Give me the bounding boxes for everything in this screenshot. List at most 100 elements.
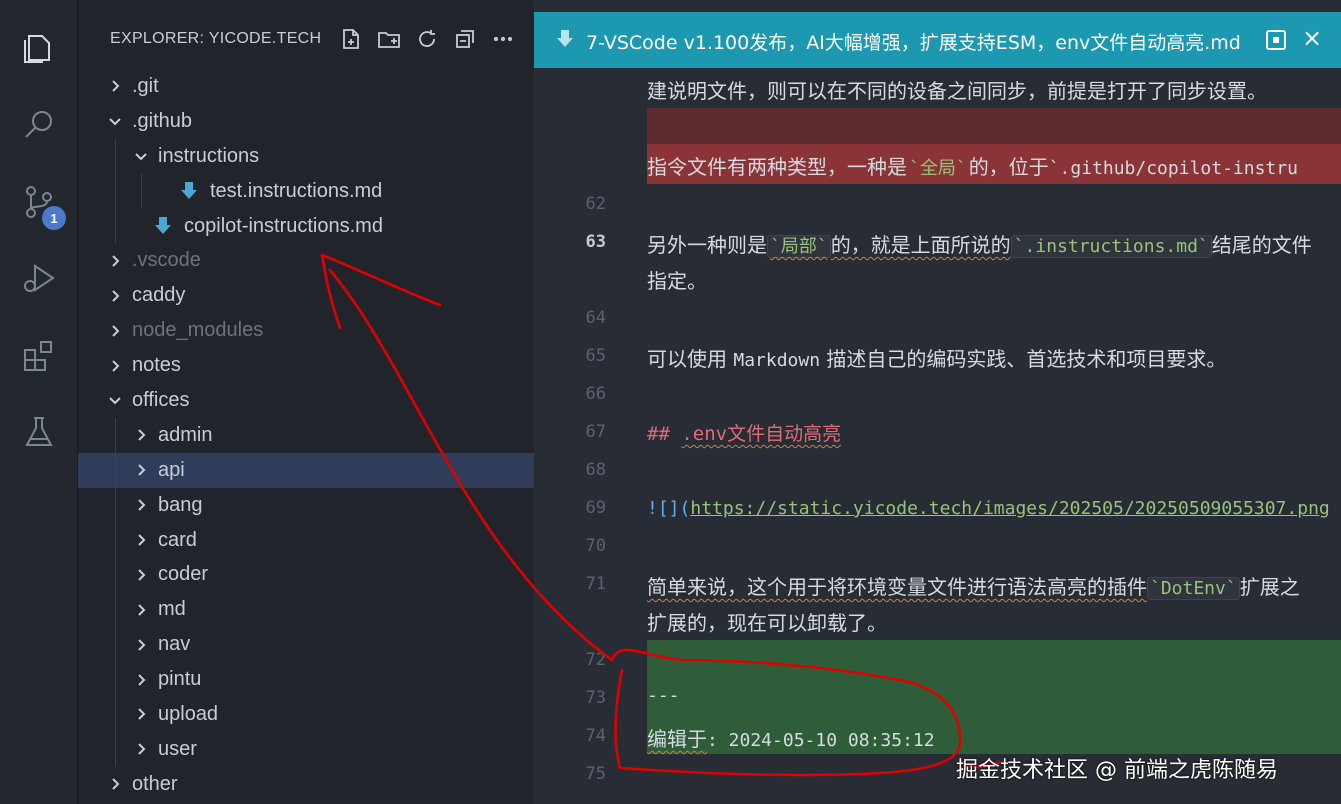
explorer-actions xyxy=(338,26,516,52)
chevron-right-icon[interactable] xyxy=(132,636,150,654)
tree-item-copilot-instructions-md[interactable]: copilot-instructions.md xyxy=(78,208,534,244)
chevron-right-icon[interactable] xyxy=(132,671,150,689)
line-text: 简单来说，这个用于将环境变量文件进行语法高亮的插件 `DotEnv` 扩展之 xyxy=(647,575,1300,600)
collapse-all-icon[interactable] xyxy=(452,26,478,52)
chevron-right-icon[interactable] xyxy=(106,252,124,270)
source-control-icon[interactable]: 1 xyxy=(0,164,78,240)
line-number: 63 xyxy=(585,232,606,252)
tree-item-label: caddy xyxy=(132,284,186,307)
more-icon[interactable] xyxy=(490,26,516,52)
chevron-right-icon[interactable] xyxy=(106,357,124,375)
code-line-66[interactable]: 66 xyxy=(534,376,1341,414)
code-line-65[interactable]: 65 可以使用 Markdown 描述自己的编码实践、首选技术和项目要求。 xyxy=(534,338,1341,376)
indent-guide xyxy=(115,452,116,488)
search-icon[interactable] xyxy=(0,86,78,162)
line-text: 可以使用 Markdown 描述自己的编码实践、首选技术和项目要求。 xyxy=(647,347,1227,371)
chevron-right-icon[interactable] xyxy=(132,566,150,584)
code-line-72[interactable]: 72 xyxy=(534,642,1341,680)
tree-item-vscode[interactable]: .vscode xyxy=(78,243,534,278)
refresh-icon[interactable] xyxy=(414,26,440,52)
tree-item-bang[interactable]: bang xyxy=(78,487,534,523)
chevron-right-icon[interactable] xyxy=(106,287,124,305)
line-number: 75 xyxy=(585,764,606,784)
tree-item-card[interactable]: card xyxy=(78,522,534,558)
tree-item-other[interactable]: other xyxy=(78,767,534,802)
tree-item-test-instructions-md[interactable]: test.instructions.md xyxy=(78,173,534,209)
code-line-71[interactable]: 71 简单来说，这个用于将环境变量文件进行语法高亮的插件 `DotEnv` 扩展之 xyxy=(534,566,1341,604)
chevron-right-icon[interactable] xyxy=(106,775,124,793)
line-number: 68 xyxy=(585,460,606,480)
tree-item-notes[interactable]: notes xyxy=(78,348,534,383)
tree-item-instructions[interactable]: instructions xyxy=(78,138,534,174)
chevron-right-icon[interactable] xyxy=(132,601,150,619)
tree-item-label: coder xyxy=(158,563,209,586)
indent-guide xyxy=(115,487,116,523)
chevron-right-icon[interactable] xyxy=(106,322,124,340)
chevron-down-icon[interactable] xyxy=(132,147,150,165)
editor-tab[interactable]: 7-VSCode v1.100发布，AI大幅增强，扩展支持ESM，env文件自动… xyxy=(534,12,1341,68)
chevron-right-icon[interactable] xyxy=(132,426,150,444)
new-folder-icon[interactable] xyxy=(376,26,402,52)
tree-item-node-modules[interactable]: node_modules xyxy=(78,313,534,348)
tree-item-api[interactable]: api xyxy=(78,452,534,488)
indent-guide xyxy=(115,522,116,558)
tree-item-git[interactable]: .git xyxy=(78,69,534,104)
code-line-73[interactable]: 73 --- xyxy=(534,680,1341,718)
tree-item-label: .vscode xyxy=(132,249,201,272)
tree-item-upload[interactable]: upload xyxy=(78,697,534,732)
tree-item-label: .git xyxy=(132,74,159,97)
tree-item-md[interactable]: md xyxy=(78,592,534,628)
run-debug-icon[interactable] xyxy=(0,240,78,316)
line-number: 72 xyxy=(585,650,606,670)
code-line-74[interactable]: 74 编辑于: 2024-05-10 08:35:12 xyxy=(534,718,1341,756)
explorer-icon[interactable] xyxy=(0,10,78,86)
tree-item-pintu[interactable]: pintu xyxy=(78,662,534,698)
chevron-right-icon[interactable] xyxy=(132,496,150,514)
open-preview-icon[interactable] xyxy=(1266,30,1286,50)
indent-guide xyxy=(115,731,116,767)
tree-item-caddy[interactable]: caddy xyxy=(78,278,534,313)
chevron-down-icon[interactable] xyxy=(106,112,124,130)
chevron-right-icon[interactable] xyxy=(132,461,150,479)
chevron-right-icon[interactable] xyxy=(132,705,150,723)
indent-guide xyxy=(115,627,116,663)
markdown-file-icon xyxy=(154,216,172,236)
tree-item-label: instructions xyxy=(158,144,260,167)
tree-item-user[interactable]: user xyxy=(78,731,534,767)
tree-item-label: user xyxy=(158,737,197,760)
code-line-61[interactable]: 指令文件有两种类型，一种是 `全局` 的，位于`.github/copilot-in… xyxy=(534,146,1341,184)
line-number: 70 xyxy=(585,536,606,556)
code-line-69[interactable]: 69 ![](https://static.yicode.tech/images… xyxy=(534,490,1341,528)
chevron-right-icon[interactable] xyxy=(132,740,150,758)
new-file-icon[interactable] xyxy=(338,26,364,52)
tree-item-label: .github xyxy=(132,109,193,132)
extensions-icon[interactable] xyxy=(0,318,78,394)
tree-item-label: test.instructions.md xyxy=(210,179,383,202)
file-tree: .git .github instructions test.instructions… xyxy=(78,69,534,802)
chevron-right-icon[interactable] xyxy=(132,531,150,549)
code-line-62[interactable]: 62 xyxy=(534,186,1341,224)
markdown-image-link[interactable]: ![](https://static.yicode.tech/images/20… xyxy=(647,495,1330,519)
tree-item-label: other xyxy=(132,772,178,795)
chevron-down-icon[interactable] xyxy=(106,391,124,409)
activity-bar: 1 xyxy=(0,0,78,804)
tree-item-github[interactable]: .github xyxy=(78,104,534,139)
testing-icon[interactable] xyxy=(0,394,78,470)
tree-item-coder[interactable]: coder xyxy=(78,557,534,593)
chevron-right-icon[interactable] xyxy=(106,77,124,95)
tree-item-admin[interactable]: admin xyxy=(78,417,534,453)
code-line-71-wrap[interactable]: 扩展的，现在可以卸载了。 xyxy=(534,602,1341,640)
editor-area: 7-VSCode v1.100发布，AI大幅增强，扩展支持ESM，env文件自动… xyxy=(534,0,1341,804)
code-line-63-wrap[interactable]: 指定。 xyxy=(534,260,1341,298)
tree-item-nav[interactable]: nav xyxy=(78,627,534,663)
code-line-68[interactable]: 68 xyxy=(534,452,1341,490)
indent-guide xyxy=(115,208,116,244)
code-line-60[interactable]: 建说明文件，则可以在不同的设备之间同步，前提是打开了同步设置。 xyxy=(534,70,1341,108)
code-line-63[interactable]: 63 另外一种则是 `局部` 的，就是上面所说的 `.instructions.md`… xyxy=(534,224,1341,262)
code-line-64[interactable]: 64 xyxy=(534,300,1341,338)
close-icon[interactable]: × xyxy=(1302,24,1322,52)
tree-item-offices[interactable]: offices xyxy=(78,383,534,418)
code-line-70[interactable]: 70 xyxy=(534,528,1341,566)
indent-guide xyxy=(141,173,142,209)
code-line-67[interactable]: 67 ## .env文件自动高亮 xyxy=(534,414,1341,452)
